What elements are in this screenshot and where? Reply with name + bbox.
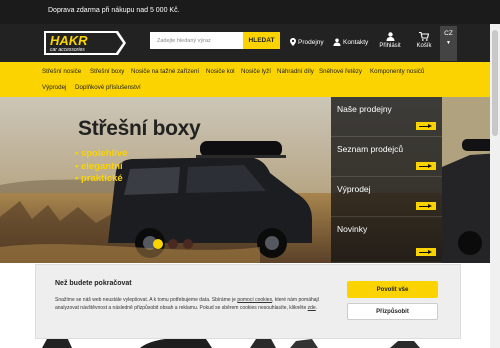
nav-item-carrier-components[interactable]: Komponenty nosičů [370,68,424,75]
stores-link-label: Prodejny [298,38,324,46]
language-code: CZ [444,30,453,37]
side-link-label: Výprodej [337,184,371,194]
login-link-label: Přihlásit [379,43,401,49]
nav-item-roof-racks[interactable]: Střešní nosiče [42,68,81,75]
arrow-right-icon [416,202,436,210]
side-link-label: Seznam prodejců [337,144,404,154]
map-pin-icon [290,38,296,46]
chevron-down-icon: ▼ [446,40,451,46]
nav-item-sale[interactable]: Výprodej [42,84,66,91]
side-link-label: Novinky [337,224,368,234]
slider-dots [153,239,193,249]
allow-all-button[interactable]: Povolit vše [347,281,438,298]
stores-link[interactable]: Prodejny [290,38,324,46]
side-link-label: Naše prodejny [337,104,392,114]
contacts-link[interactable]: Kontakty [333,38,368,46]
announcement-bar: Doprava zdarma při nákupu nad 5 000 Kč. [0,0,500,24]
nav-item-spare-parts[interactable]: Náhradní díly [277,68,314,75]
svg-text:car accessories: car accessories [50,47,85,53]
hakr-logo[interactable]: HAKR car accessories [40,29,128,57]
page-scrollbar[interactable] [490,24,500,348]
logo-graphic: HAKR car accessories [44,31,126,55]
svg-text:HAKR: HAKR [50,33,88,48]
nav-item-roof-boxes[interactable]: Střešní boxy [90,68,124,75]
contacts-link-label: Kontakty [343,38,369,46]
nav-item-bike-carriers[interactable]: Nosiče kol [206,68,235,75]
nav-item-snow-chains[interactable]: Sněhové řetězy [319,68,362,75]
arrow-right-icon [416,248,436,256]
free-shipping-text: Doprava zdarma při nákupu nad 5 000 Kč. [48,7,180,14]
language-switcher[interactable]: CZ ▼ [440,26,457,61]
scrollbar-thumb[interactable] [492,30,498,136]
search-input[interactable] [150,32,243,49]
nav-item-accessories[interactable]: Doplňkové příslušenství [75,84,141,91]
side-link-news[interactable]: Novinky [331,217,442,263]
cookie-text-part-1: Snažíme se náš web neustále vylepšovat. … [55,297,238,303]
hero-banner[interactable]: Střešní boxy spolehlivé elegantní prakti… [0,97,500,263]
site-header: HAKR car accessories HLEDAT Prodejny Kon… [0,24,500,62]
arrow-right-icon [416,162,436,170]
side-link-dealer-list[interactable]: Seznam prodejců [331,137,442,177]
cookie-text-part-3: . [315,304,318,311]
side-link-our-stores[interactable]: Naše prodejny [331,97,442,137]
nav-item-ski-carriers[interactable]: Nosiče lyží [241,68,271,75]
slider-dot-3[interactable] [183,239,193,249]
cookie-reject-link[interactable]: zde [308,305,316,311]
user-icon [386,32,394,41]
hero-bullet-elegant: elegantní [75,161,127,174]
hero-bullet-list: spolehlivé elegantní praktické [75,148,127,186]
slider-dot-2[interactable] [168,239,178,249]
search-button[interactable]: HLEDAT [243,32,280,49]
login-link[interactable]: Přihlásit [376,32,404,49]
cart-link-label: Košík [416,43,432,49]
cart-link[interactable]: Košík [410,32,438,49]
side-link-panel: Naše prodejny Seznam prodejců Výprodej N… [331,97,442,263]
contacts-icon [333,38,341,46]
cookie-title: Než budete pokračovat [55,280,132,287]
hero-bullet-practical: praktické [75,173,127,186]
search-form: HLEDAT [150,32,280,49]
hero-title: Střešní boxy [78,117,201,140]
category-nav: Střešní nosiče Střešní boxy Nosiče na ta… [0,62,500,97]
arrow-right-icon [416,122,436,130]
hero-bullet-reliable: spolehlivé [75,148,127,161]
cookie-description: Snažíme se náš web neustále vylepšovat. … [55,297,337,312]
cart-icon [419,32,429,41]
cookie-consent-dialog: Než budete pokračovat Snažíme se náš web… [35,264,461,339]
customize-button[interactable]: Přizpůsobit [347,303,438,320]
slider-dot-1[interactable] [153,239,163,249]
cookie-policy-link[interactable]: pomocí cookies [237,297,272,303]
side-link-sale[interactable]: Výprodej [331,177,442,217]
nav-item-towbar-carriers[interactable]: Nosiče na tažné zařízení [131,68,199,75]
